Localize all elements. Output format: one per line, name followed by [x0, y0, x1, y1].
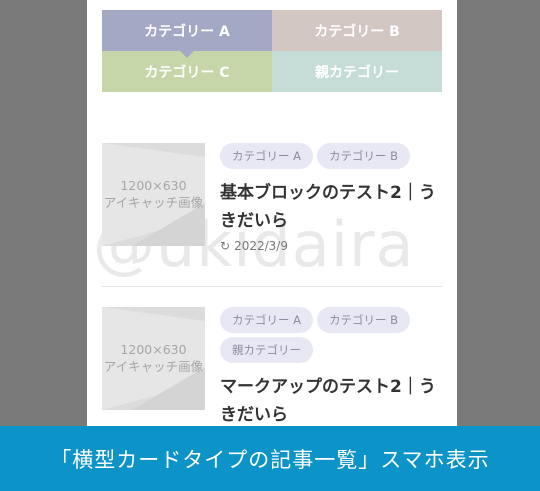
category-tabs: カテゴリー A カテゴリー B カテゴリー C 親カテゴリー — [102, 10, 442, 92]
tag-category-b[interactable]: カテゴリー B — [317, 143, 411, 169]
card-divider — [102, 286, 442, 287]
phone-screen: @ukidaira カテゴリー A カテゴリー B カテゴリー C 親カテゴリー… — [87, 0, 457, 491]
thumbnail-label: 1200×630 アイキャッチ画像 — [102, 341, 205, 375]
caption-banner: 「横型カードタイプの記事一覧」スマホ表示 — [0, 426, 540, 491]
tab-parent-category[interactable]: 親カテゴリー — [272, 51, 442, 92]
article-meta: カテゴリー A カテゴリー B 親カテゴリー マークアップのテスト2｜うきだいら — [220, 307, 442, 429]
thumbnail-caption-text: アイキャッチ画像 — [103, 195, 204, 210]
article-thumbnail[interactable]: 1200×630 アイキャッチ画像 — [102, 143, 205, 246]
article-title[interactable]: マークアップのテスト2｜うきだいら — [220, 373, 442, 429]
tag-parent-category[interactable]: 親カテゴリー — [220, 337, 313, 363]
thumbnail-size-text: 1200×630 — [120, 178, 187, 193]
tag-list: カテゴリー A カテゴリー B — [220, 143, 442, 169]
article-date-text: 2022/3/9 — [234, 239, 288, 253]
tab-category-b[interactable]: カテゴリー B — [272, 10, 442, 51]
tag-list: カテゴリー A カテゴリー B 親カテゴリー — [220, 307, 442, 363]
article-thumbnail[interactable]: 1200×630 アイキャッチ画像 — [102, 307, 205, 410]
thumbnail-label: 1200×630 アイキャッチ画像 — [102, 177, 205, 211]
thumbnail-size-text: 1200×630 — [120, 342, 187, 357]
caption-text: 「横型カードタイプの記事一覧」スマホ表示 — [50, 447, 490, 472]
tag-category-a[interactable]: カテゴリー A — [220, 307, 314, 333]
tag-category-b[interactable]: カテゴリー B — [317, 307, 411, 333]
tag-category-a[interactable]: カテゴリー A — [220, 143, 314, 169]
article-title[interactable]: 基本ブロックのテスト2｜うきだいら — [220, 179, 442, 235]
thumbnail-caption-text: アイキャッチ画像 — [103, 359, 204, 374]
article-meta: カテゴリー A カテゴリー B 基本ブロックのテスト2｜うきだいら ↻ 2022… — [220, 143, 442, 253]
article-date: ↻ 2022/3/9 — [220, 239, 442, 253]
tab-category-a[interactable]: カテゴリー A — [102, 10, 272, 58]
refresh-icon: ↻ — [220, 239, 231, 253]
